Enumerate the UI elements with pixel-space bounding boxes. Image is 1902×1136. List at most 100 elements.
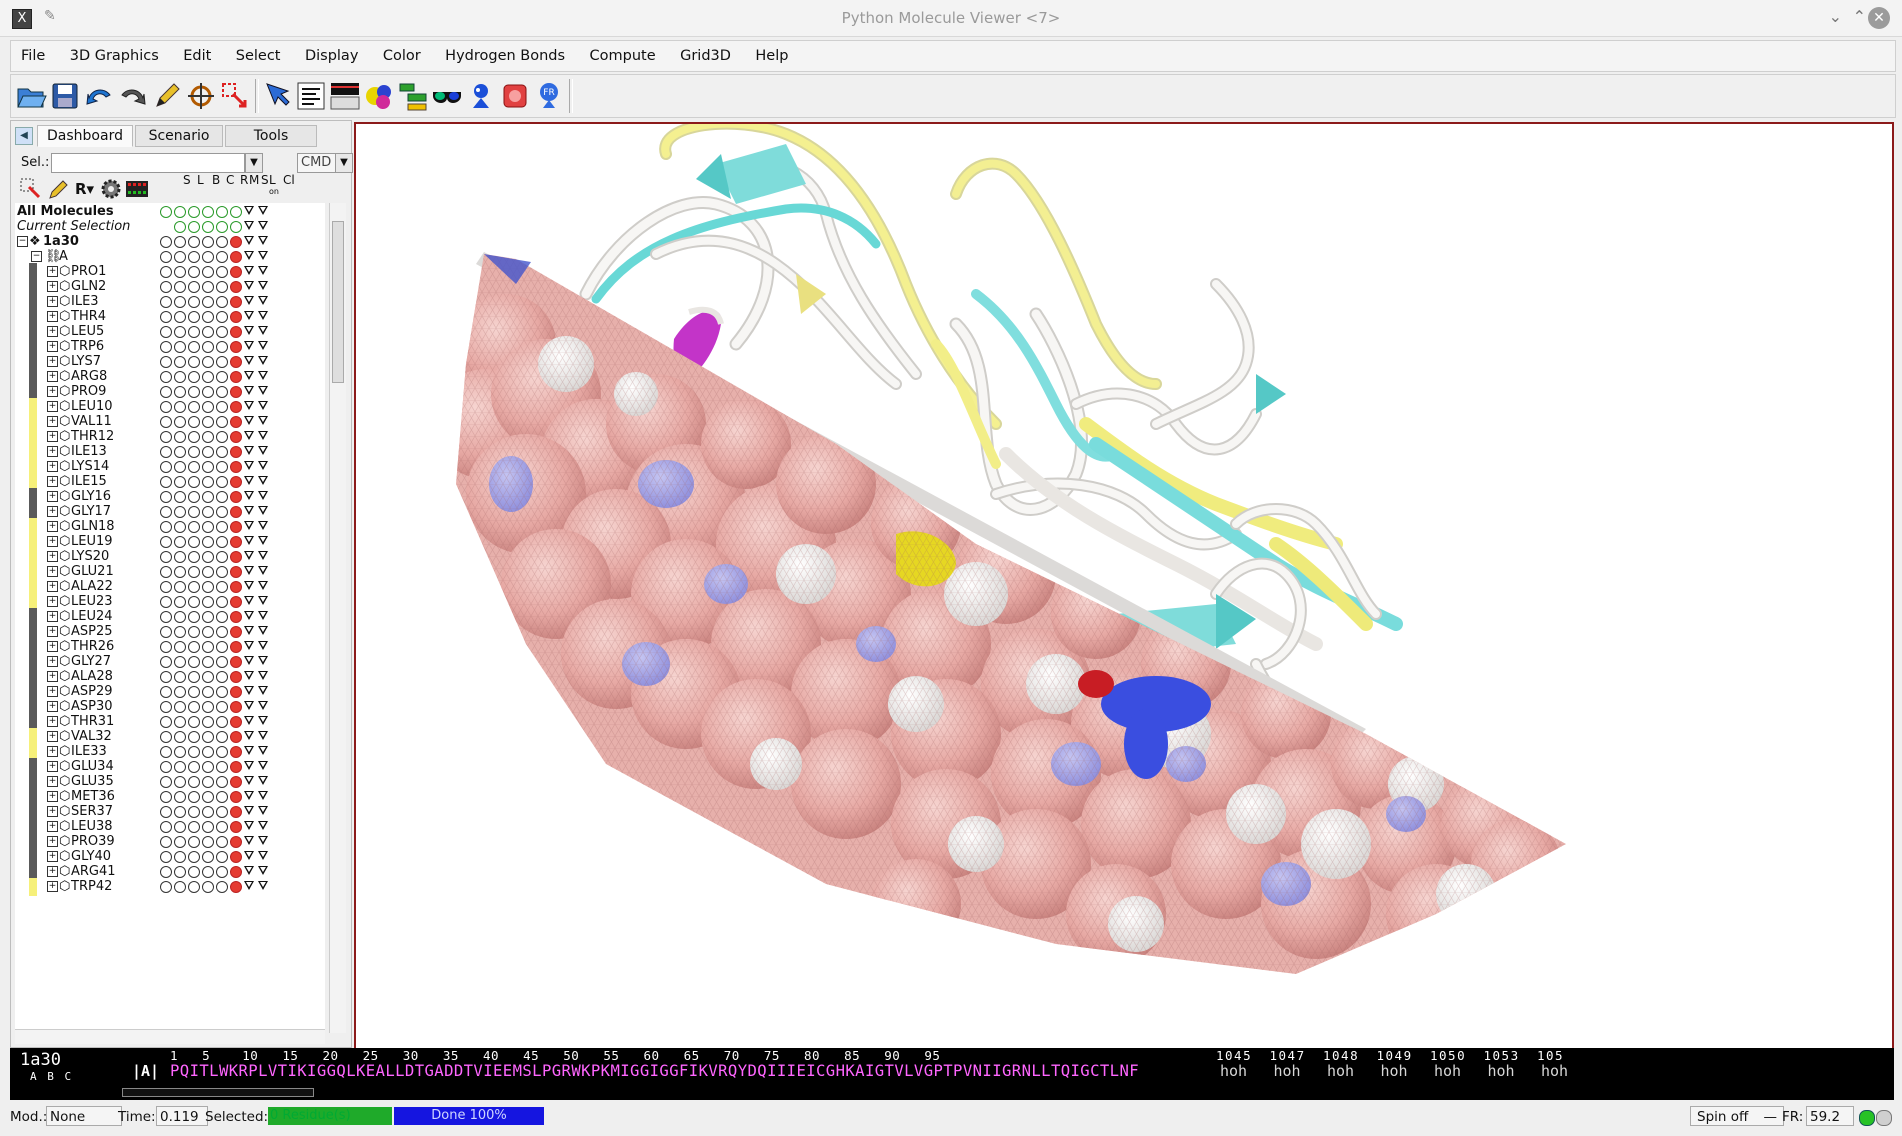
color-menu-triangle-icon[interactable] <box>244 671 254 680</box>
msms-toggle-red[interactable] <box>230 281 242 293</box>
residue-name-label[interactable]: LEU24 <box>71 609 113 624</box>
display-toggle[interactable] <box>202 641 214 653</box>
display-toggle[interactable] <box>202 791 214 803</box>
color-menu-triangle-icon[interactable] <box>244 341 254 350</box>
color-menu-triangle-icon[interactable] <box>244 506 254 515</box>
display-toggle[interactable] <box>216 746 228 758</box>
display-toggle[interactable] <box>160 416 172 428</box>
color-menu-triangle-icon[interactable] <box>244 401 254 410</box>
residue-name-label[interactable]: LEU19 <box>71 534 113 549</box>
color-menu-triangle-icon[interactable] <box>258 536 268 545</box>
color-menu-triangle-icon[interactable] <box>244 716 254 725</box>
display-toggle[interactable] <box>216 836 228 848</box>
residue-r-icon[interactable]: R▾ <box>75 177 99 201</box>
display-toggle[interactable] <box>174 386 186 398</box>
tab-scenario[interactable]: Scenario <box>135 125 223 147</box>
display-toggle[interactable] <box>202 431 214 443</box>
color-menu-triangle-icon[interactable] <box>258 491 268 500</box>
chain-name-label[interactable]: A <box>59 249 68 264</box>
display-toggle[interactable] <box>174 461 186 473</box>
msms-toggle-red[interactable] <box>230 446 242 458</box>
display-toggle[interactable] <box>216 536 228 548</box>
menu-help[interactable]: Help <box>745 41 798 71</box>
display-toggle[interactable] <box>188 296 200 308</box>
display-toggle[interactable] <box>160 611 172 623</box>
color-balls-icon[interactable] <box>363 80 395 112</box>
color-menu-triangle-icon[interactable] <box>244 371 254 380</box>
display-toggle[interactable] <box>202 761 214 773</box>
display-toggle[interactable] <box>216 401 228 413</box>
display-toggle[interactable] <box>202 866 214 878</box>
residue-name-label[interactable]: THR26 <box>71 639 114 654</box>
display-toggle[interactable] <box>216 326 228 338</box>
color-menu-triangle-icon[interactable] <box>258 431 268 440</box>
display-toggle[interactable] <box>202 356 214 368</box>
display-toggle[interactable] <box>202 236 214 248</box>
menu-hydrogen-bonds[interactable]: Hydrogen Bonds <box>435 41 575 71</box>
display-toggle[interactable] <box>216 641 228 653</box>
color-menu-triangle-icon[interactable] <box>244 536 254 545</box>
color-menu-triangle-icon[interactable] <box>244 641 254 650</box>
col-header[interactable]: L <box>197 173 204 187</box>
color-menu-triangle-icon[interactable] <box>258 716 268 725</box>
color-menu-triangle-icon[interactable] <box>244 806 254 815</box>
residue-name-label[interactable]: GLY40 <box>71 849 111 864</box>
display-toggle[interactable] <box>202 581 214 593</box>
selection-input[interactable] <box>51 153 245 173</box>
text-align-icon[interactable] <box>295 80 327 112</box>
display-toggle[interactable] <box>188 371 200 383</box>
display-toggle[interactable] <box>202 296 214 308</box>
display-toggle[interactable] <box>202 566 214 578</box>
save-icon[interactable] <box>49 80 81 112</box>
display-toggle[interactable] <box>202 746 214 758</box>
menu-file[interactable]: File <box>11 41 55 71</box>
msms-toggle-red[interactable] <box>230 326 242 338</box>
residue-name-label[interactable]: LYS14 <box>71 459 109 474</box>
display-toggle[interactable] <box>188 701 200 713</box>
display-toggle[interactable] <box>188 761 200 773</box>
display-toggle[interactable] <box>202 206 214 218</box>
display-toggle[interactable] <box>174 266 186 278</box>
expand-icon[interactable]: + <box>47 296 58 307</box>
expand-icon[interactable]: + <box>47 326 58 337</box>
expand-icon[interactable]: + <box>47 866 58 877</box>
display-toggle[interactable] <box>174 581 186 593</box>
residue-name-label[interactable]: PRO39 <box>71 834 115 849</box>
display-toggle[interactable] <box>216 611 228 623</box>
display-toggle[interactable] <box>160 656 172 668</box>
msms-toggle-red[interactable] <box>230 506 242 518</box>
msms-toggle-red[interactable] <box>230 296 242 308</box>
menu-display[interactable]: Display <box>295 41 368 71</box>
display-toggle[interactable] <box>216 296 228 308</box>
msms-toggle-red[interactable] <box>230 431 242 443</box>
residue-name-label[interactable]: GLY17 <box>71 504 111 519</box>
color-menu-triangle-icon[interactable] <box>258 551 268 560</box>
open-folder-icon[interactable] <box>15 80 47 112</box>
display-toggle[interactable] <box>188 836 200 848</box>
display-toggle[interactable] <box>202 266 214 278</box>
color-menu-triangle-icon[interactable] <box>244 881 254 890</box>
residue-name-label[interactable]: ASP29 <box>71 684 113 699</box>
msms-toggle-red[interactable] <box>230 476 242 488</box>
display-toggle[interactable] <box>216 851 228 863</box>
display-toggle[interactable] <box>188 566 200 578</box>
expand-icon[interactable]: + <box>47 776 58 787</box>
display-toggle[interactable] <box>202 776 214 788</box>
expand-icon[interactable]: + <box>47 551 58 562</box>
mod-field[interactable]: None <box>46 1106 122 1126</box>
display-toggle[interactable] <box>174 671 186 683</box>
residue-name-label[interactable]: LYS20 <box>71 549 109 564</box>
sequence-scrollbar[interactable] <box>122 1088 314 1097</box>
display-toggle[interactable] <box>174 491 186 503</box>
display-toggle[interactable] <box>160 236 172 248</box>
display-toggle[interactable] <box>174 281 186 293</box>
residue-name-label[interactable]: LEU38 <box>71 819 113 834</box>
menu-grid3d[interactable]: Grid3D <box>670 41 741 71</box>
display-toggle[interactable] <box>188 236 200 248</box>
color-menu-triangle-icon[interactable] <box>258 701 268 710</box>
collapse-icon[interactable]: − <box>31 251 42 262</box>
color-menu-triangle-icon[interactable] <box>244 521 254 530</box>
display-toggle[interactable] <box>160 566 172 578</box>
color-menu-triangle-icon[interactable] <box>258 671 268 680</box>
maximize-icon[interactable]: ⌃ <box>1853 7 1866 26</box>
